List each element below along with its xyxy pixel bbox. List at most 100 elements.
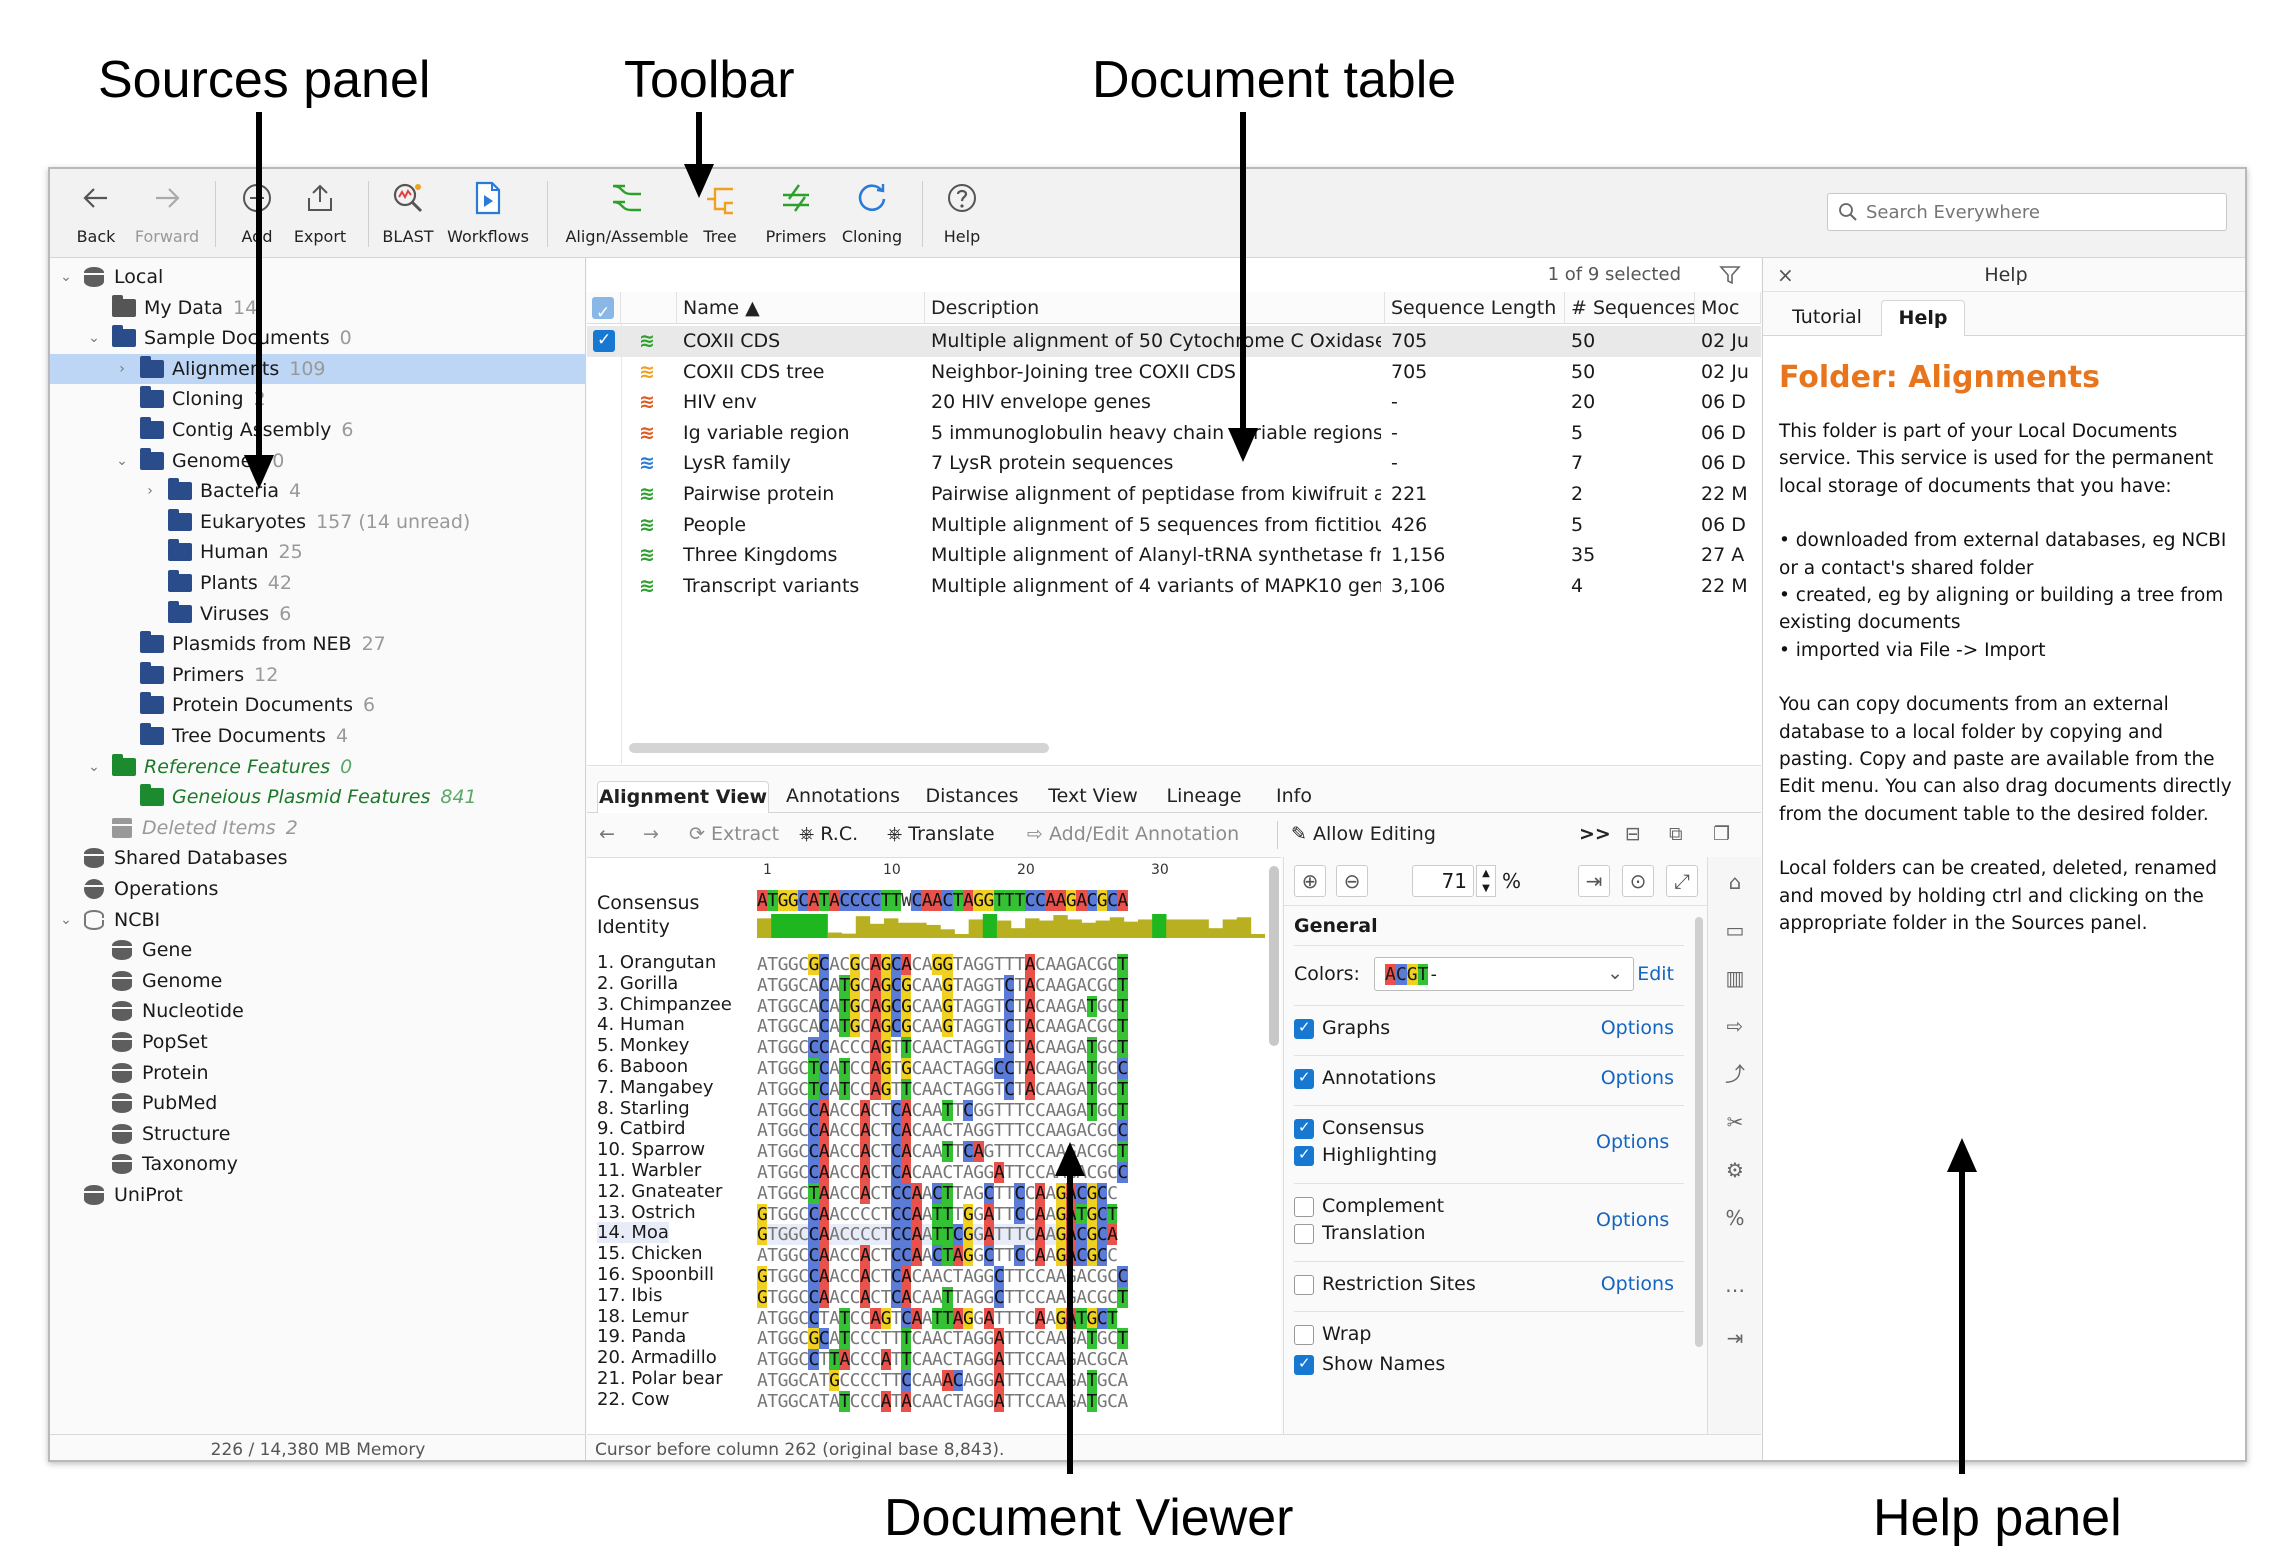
consensus-checkbox[interactable] (1294, 1118, 1314, 1139)
sidebar-item-protein-documents[interactable]: Protein Documents 6 (50, 690, 586, 720)
chevron-down-icon[interactable]: ⌄ (114, 453, 130, 469)
header-description[interactable]: Description (925, 292, 1385, 324)
sidebar-item-local[interactable]: ⌄ Local (50, 262, 586, 292)
annotations-row[interactable]: AnnotationsOptions (1294, 1067, 1684, 1089)
colors-dropdown[interactable]: ACGT- ⌄ (1374, 957, 1634, 991)
header-sequence-length[interactable]: Sequence Length (1385, 292, 1565, 324)
wrap-checkbox[interactable] (1294, 1324, 1314, 1345)
workflows-button[interactable]: Workflows (446, 175, 530, 253)
sequence-row[interactable]: ATGGCCAACCACTCACAACTAGGTTTCCAAGACGCC (757, 1120, 1128, 1142)
colors-edit-link[interactable]: Edit (1637, 963, 1674, 985)
header-checkbox-col[interactable] (587, 292, 621, 324)
collapse-icon[interactable]: ⇥ (1722, 1325, 1748, 1351)
graphs-options-link[interactable]: Options (1601, 1017, 1674, 1039)
sequence-row[interactable]: ATGGCACATGCAGCGCAAGTAGGTCTACAAGATGCT (757, 995, 1128, 1017)
chevron-down-icon[interactable]: ⌄ (58, 269, 74, 285)
translate-button[interactable]: ⎈ Translate (887, 823, 995, 845)
sidebar-item-tree-documents[interactable]: Tree Documents 4 (50, 721, 586, 751)
forward-button[interactable]: Forward (132, 175, 202, 253)
sidebar-item-eukaryotes[interactable]: Eukaryotes 157 (14 unread) (50, 507, 586, 537)
sequence-name[interactable]: 13. Ostrich (597, 1202, 696, 1223)
sequence-grid[interactable]: ATGGCATACCCCTTWCAACTAGGTTTCCAAGACGCA ATG… (757, 858, 1265, 1437)
table-horizontal-scrollbar[interactable] (629, 743, 1049, 753)
graphs-row[interactable]: GraphsOptions (1294, 1017, 1684, 1039)
sequence-row[interactable]: GTGGCCAACCCCTCCAATTTGGATTCCAAGATGCT (757, 1203, 1118, 1225)
more-tools-button[interactable]: >> (1579, 823, 1611, 845)
align-assemble-button[interactable]: Align/Assemble (565, 175, 689, 253)
sidebar-item-plants[interactable]: Plants 42 (50, 568, 586, 598)
gear-icon[interactable]: ⚙ (1722, 1157, 1748, 1183)
close-icon[interactable]: × (1777, 258, 1794, 292)
cloning-button[interactable]: Cloning (840, 175, 904, 253)
consensus-options-link[interactable]: Options (1596, 1131, 1669, 1153)
sequence-name[interactable]: 10. Sparrow (597, 1139, 705, 1160)
sequence-name[interactable]: 3. Chimpanzee (597, 994, 732, 1015)
row-checkbox[interactable] (593, 330, 615, 352)
sequence-name[interactable]: 22. Cow (597, 1389, 670, 1410)
table-row[interactable]: ≋ Three Kingdoms Multiple alignment of Ala… (587, 540, 1761, 571)
tab-tutorial[interactable]: Tutorial (1777, 300, 1877, 336)
header-num-sequences[interactable]: # Sequences (1565, 292, 1695, 324)
zoom-stepper[interactable]: ▲ ▼ (1476, 865, 1496, 897)
sidebar-item-contig-assembly[interactable]: Contig Assembly 6 (50, 415, 586, 445)
restriction-sites-checkbox[interactable] (1294, 1274, 1314, 1295)
sidebar-item-shared-databases[interactable]: Shared Databases (50, 843, 586, 873)
scissors-icon[interactable]: ✂ (1722, 1109, 1748, 1135)
sequence-row[interactable]: ATGGCTCATCCAGTGCAACTAGGCCTACAAGATGCC (757, 1058, 1128, 1079)
blast-button[interactable]: BLAST (380, 175, 436, 253)
sidebar-item-structure[interactable]: Structure (50, 1119, 586, 1149)
sidebar-item-my-data[interactable]: My Data 14 (50, 293, 586, 323)
sidebar-item-protein[interactable]: Protein (50, 1058, 586, 1088)
back-button[interactable]: Back (72, 175, 120, 253)
chevron-right-icon[interactable]: › (114, 361, 130, 377)
wrap-row[interactable]: Wrap (1294, 1323, 1684, 1345)
tab-help[interactable]: Help (1881, 300, 1965, 336)
help-button[interactable]: Help (940, 175, 984, 253)
sequence-name[interactable]: 12. Gnateater (597, 1181, 722, 1202)
sidebar-item-primers[interactable]: Primers 12 (50, 660, 586, 690)
sequence-row[interactable]: ATGGCCCACCCAGTTCAACTAGGTCTACAAGATGCT (757, 1037, 1128, 1059)
sequence-row[interactable]: ATGGCCAACCACTCCAACTAGGCTTCCAAGACGCC (757, 1245, 1118, 1267)
sequence-name[interactable]: 16. Spoonbill (597, 1264, 714, 1285)
sequence-name[interactable]: 9. Catbird (597, 1118, 686, 1139)
bar-chart-icon[interactable]: ▥ (1722, 965, 1748, 991)
annotations-options-link[interactable]: Options (1601, 1067, 1674, 1089)
sequence-row[interactable]: GTGGCCAACCCCTCCAATTCGGATTTCAAGACGCA (757, 1224, 1118, 1246)
tab-alignment-view[interactable]: Alignment View (597, 781, 769, 813)
table-row[interactable]: ≋ COXII CDS Multiple alignment of 50 Cytoc… (587, 326, 1761, 357)
search-input[interactable] (1866, 201, 2206, 223)
sequence-row[interactable]: ATGGCCTATCCAGTCAATTAGGATTTCAAGATGCT (757, 1307, 1118, 1329)
sequence-name[interactable]: 2. Gorilla (597, 973, 678, 994)
table-row[interactable]: ≋ Ig variable region 5 immunoglobulin heav… (587, 418, 1761, 449)
add-edit-annotation-button[interactable]: ⇨ Add/Edit Annotation (1027, 823, 1239, 845)
table-row[interactable]: ≋ COXII CDS tree Neighbor-Joining tree COX… (587, 357, 1761, 388)
sequence-name[interactable]: 19. Panda (597, 1326, 686, 1347)
tab-annotations[interactable]: Annotations (777, 781, 909, 813)
sidebar-item-human[interactable]: Human 25 (50, 537, 586, 567)
header-name[interactable]: Name ▲ (677, 292, 925, 324)
table-row[interactable]: ≋ Pairwise protein Pairwise alignment of p… (587, 479, 1761, 510)
sidebar-item-pubmed[interactable]: PubMed (50, 1088, 586, 1118)
sidebar-item-gene[interactable]: Gene (50, 935, 586, 965)
allow-editing-button[interactable]: ✎ Allow Editing (1291, 823, 1436, 845)
chevron-down-icon[interactable]: ⌄ (86, 759, 102, 775)
sequence-name[interactable]: 21. Polar bear (597, 1368, 723, 1389)
sidebar-item-ncbi[interactable]: ⌄ NCBI (50, 905, 586, 935)
zoom-fit-icon[interactable]: ⊙ (1622, 865, 1654, 897)
sidebar-item-genome[interactable]: Genome (50, 966, 586, 996)
show-names-checkbox[interactable] (1294, 1354, 1314, 1375)
sidebar-item-plasmids-from-neb[interactable]: Plasmids from NEB 27 (50, 629, 586, 659)
sidebar-item-deleted-items[interactable]: Deleted Items 2 (50, 813, 586, 843)
extract-button[interactable]: ⟳ Extract (689, 823, 779, 845)
header-modified[interactable]: Moc (1695, 292, 1761, 324)
percent-icon[interactable]: % (1722, 1205, 1748, 1231)
sidebar-item-alignments[interactable]: › Alignments 109 (50, 353, 586, 384)
sequence-name[interactable]: 7. Mangabey (597, 1077, 713, 1098)
tab-text-view[interactable]: Text View (1037, 781, 1149, 813)
fullscreen-icon[interactable]: ⤢ (1666, 865, 1698, 897)
filter-icon[interactable] (1719, 264, 1741, 286)
show-names-row[interactable]: Show Names (1294, 1353, 1684, 1375)
alignment-panel[interactable]: 1 10 20 30 Consensus Identity 1. Orangut… (587, 857, 1281, 1437)
annotations-checkbox[interactable] (1294, 1068, 1314, 1089)
arrow-right-icon[interactable]: ⇨ (1722, 1013, 1748, 1039)
